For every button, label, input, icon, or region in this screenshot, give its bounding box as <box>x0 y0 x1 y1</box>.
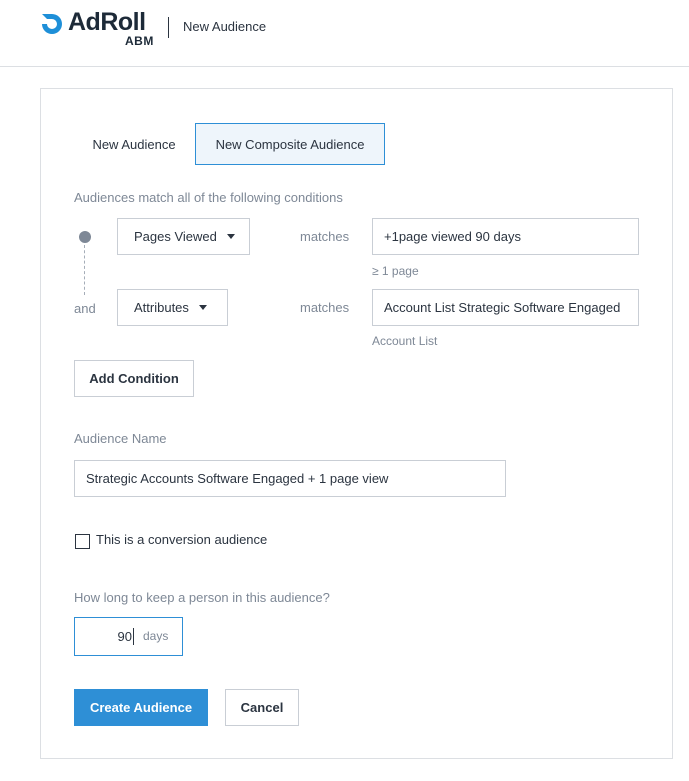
condition-2-operator: matches <box>300 300 350 315</box>
caret-down-icon <box>226 234 235 239</box>
duration-value: 90 <box>117 629 132 644</box>
logo-wordmark: AdRoll <box>68 8 146 36</box>
condition-2-field-dropdown[interactable]: Attributes <box>117 289 228 326</box>
condition-connector-line <box>84 245 85 295</box>
condition-2-field-label: Attributes <box>134 300 189 315</box>
duration-input[interactable]: 90 days <box>74 617 183 656</box>
condition-1-value-field[interactable]: +1page viewed 90 days <box>372 218 639 255</box>
conversion-audience-checkbox[interactable] <box>75 534 90 549</box>
duration-unit: days <box>143 629 169 643</box>
condition-2-value-field[interactable]: Account List Strategic Software Engaged <box>372 289 639 326</box>
cancel-button[interactable]: Cancel <box>225 689 299 726</box>
adroll-logo[interactable]: AdRoll ABM <box>41 8 161 49</box>
conditions-heading: Audiences match all of the following con… <box>74 190 343 205</box>
condition-1-sublabel: ≥ 1 page <box>372 264 419 278</box>
conversion-audience-label[interactable]: This is a conversion audience <box>96 532 267 547</box>
logo-subtitle: ABM <box>125 34 154 48</box>
caret-down-icon <box>198 305 207 310</box>
condition-connector-dot <box>79 231 91 243</box>
condition-2-sublabel: Account List <box>372 334 438 348</box>
audience-name-label: Audience Name <box>74 431 167 446</box>
adroll-logo-icon <box>42 14 62 34</box>
condition-joiner-and: and <box>74 301 96 316</box>
add-condition-button[interactable]: Add Condition <box>74 360 194 397</box>
condition-1-field-dropdown[interactable]: Pages Viewed <box>117 218 250 255</box>
condition-1-field-label: Pages Viewed <box>134 229 217 244</box>
page-title: New Audience <box>183 19 267 34</box>
create-audience-button[interactable]: Create Audience <box>74 689 208 726</box>
duration-label: How long to keep a person in this audien… <box>74 590 330 605</box>
audience-name-input[interactable]: Strategic Accounts Software Engaged + 1 … <box>74 460 506 497</box>
condition-1-operator: matches <box>300 229 350 244</box>
tab-new-composite-audience[interactable]: New Composite Audience <box>195 123 385 165</box>
header-divider <box>168 17 169 38</box>
tab-new-audience[interactable]: New Audience <box>81 123 187 165</box>
audience-form-card: New Audience New Composite Audience Audi… <box>40 88 673 759</box>
text-cursor <box>133 628 134 645</box>
app-header: AdRoll ABM New Audience <box>0 0 689 67</box>
